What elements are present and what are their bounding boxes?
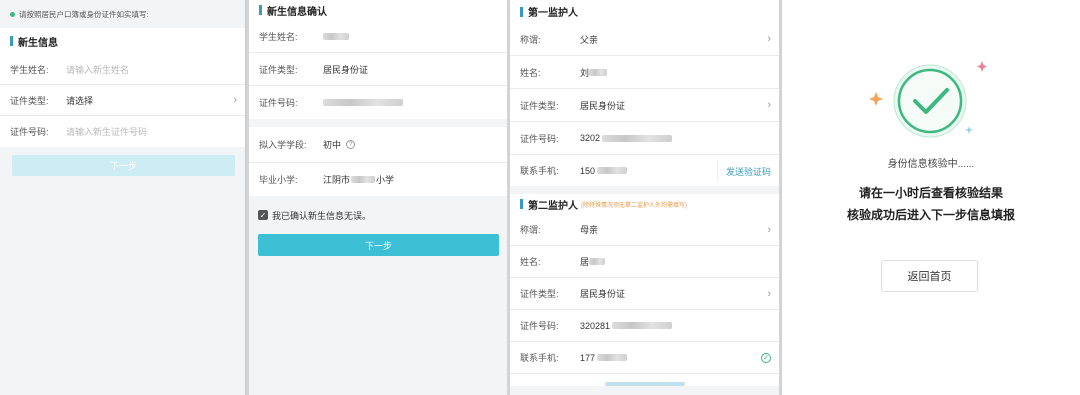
checkbox-checked-icon[interactable]: ✓	[258, 210, 268, 220]
g1-id-number-row[interactable]: 证件号码: 3202	[510, 122, 779, 155]
id-number-field[interactable]: 证件号码: 请输入新生证件号码	[0, 116, 245, 147]
new-student-form-panel: 请按照居民户口簿或身份证件如实填写: 新生信息 学生姓名: 请输入新生姓名 证件…	[0, 0, 246, 395]
g1-name-row[interactable]: 姓名: 刘	[510, 56, 779, 89]
status-text: 身份信息核验中......	[887, 159, 975, 170]
sparkle-orange-icon	[869, 92, 883, 106]
success-check-icon	[869, 61, 987, 138]
masked-value	[351, 176, 376, 183]
school-stage-row: 拟入学学段: 初中 ?	[249, 127, 507, 163]
g2-id-type-row[interactable]: 证件类型: 居民身份证 ›	[510, 278, 779, 310]
student-name-row: 学生姓名:	[249, 20, 507, 53]
section-bar	[259, 5, 262, 15]
notice: 请按照居民户口簿或身份证件如实填写:	[0, 0, 245, 28]
next-button-disabled[interactable]: 下一步	[12, 155, 235, 176]
cutoff-link-text	[604, 382, 685, 386]
id-number-row: 证件号码:	[249, 86, 507, 119]
masked-value	[602, 134, 673, 142]
masked-value	[597, 354, 628, 361]
cutoff-link	[510, 374, 779, 386]
g1-phone-row[interactable]: 联系手机: 150 发送验证码	[510, 155, 779, 186]
section-title: 第一监护人	[510, 0, 779, 23]
masked-value	[589, 68, 608, 76]
student-name-field[interactable]: 学生姓名: 请输入新生姓名	[0, 54, 245, 85]
instruction-line-1: 请在一小时后查看核验结果	[858, 186, 1003, 200]
notice-dot-icon	[10, 11, 15, 17]
section-bar	[520, 199, 523, 209]
sparkle-blue-icon	[965, 126, 973, 134]
primary-school-row: 毕业小学: 江阴市 小学	[259, 175, 395, 185]
help-icon[interactable]: ?	[346, 140, 356, 149]
g2-id-number-row[interactable]: 证件号码: 320281	[510, 310, 779, 342]
g1-id-type-row[interactable]: 证件类型: 居民身份证 ›	[510, 89, 779, 122]
confirm-card: 新生信息确认 学生姓名: 证件类型: 居民身份证 证件号码:	[249, 0, 507, 119]
masked-value	[589, 258, 606, 265]
guardian1-card: 第一监护人 称谓: 父亲 › 姓名: 刘 证件类型: 居民身份证 › 证件号码:…	[510, 0, 779, 186]
chevron-right-icon: ›	[767, 99, 771, 111]
masked-value	[612, 322, 673, 329]
return-home-button[interactable]: 返回首页	[881, 260, 978, 292]
verified-check-icon: ✓	[761, 352, 771, 363]
g2-phone-row[interactable]: 联系手机: 177 ✓	[510, 342, 779, 374]
id-type-row: 证件类型: 居民身份证	[249, 53, 507, 86]
chevron-right-icon: ›	[233, 94, 237, 106]
section-title: 新生信息	[0, 28, 245, 54]
id-type-field[interactable]: 证件类型: 请选择 ›	[0, 85, 245, 116]
confirm-checkbox-row[interactable]: ✓ 我已确认新生信息无误。	[249, 196, 507, 234]
chevron-right-icon: ›	[767, 33, 771, 45]
school-card: 拟入学学段: 初中 ? 毕业小学: 江阴市 小学	[249, 127, 507, 196]
g2-name-row[interactable]: 姓名: 居	[510, 246, 779, 278]
id-number-input[interactable]: 请输入新生证件号码	[66, 125, 147, 138]
student-name-input[interactable]: 请输入新生姓名	[66, 63, 129, 76]
masked-value	[597, 167, 628, 174]
section-bar	[520, 6, 523, 17]
verification-panel: 身份信息核验中...... 请在一小时后查看核验结果 核验成功后进入下一步信息填…	[782, 0, 1080, 395]
guardian2-card: 第二监护人 (除特殊情况须无第二监护人外均需填写) 称谓: 母亲 › 姓名: 居…	[510, 194, 779, 386]
confirm-panel: 新生信息确认 学生姓名: 证件类型: 居民身份证 证件号码: 拟入学学段: 初中…	[249, 0, 507, 395]
section-bar	[10, 36, 13, 46]
new-student-card: 新生信息 学生姓名: 请输入新生姓名 证件类型: 请选择 › 证件号码: 请输入…	[0, 28, 245, 147]
masked-value	[323, 99, 403, 106]
chevron-right-icon: ›	[767, 287, 771, 300]
id-type-select[interactable]: 请选择	[66, 94, 93, 107]
masked-value	[323, 32, 349, 40]
section-title: 新生信息确认	[249, 0, 507, 20]
sparkle-pink-icon	[977, 61, 987, 72]
section-title: 第二监护人 (除特殊情况须无第二监护人外均需填写)	[510, 194, 779, 214]
send-code-button[interactable]: 发送验证码	[716, 161, 771, 181]
guardian-panel: 第一监护人 称谓: 父亲 › 姓名: 刘 证件类型: 居民身份证 › 证件号码:…	[510, 0, 779, 395]
instruction-line-2: 核验成功后进入下一步信息填报	[846, 208, 1015, 222]
g2-relation-row[interactable]: 称谓: 母亲 ›	[510, 214, 779, 246]
next-button[interactable]: 下一步	[258, 234, 499, 256]
g1-relation-row[interactable]: 称谓: 父亲 ›	[510, 23, 779, 56]
chevron-right-icon: ›	[767, 223, 771, 236]
